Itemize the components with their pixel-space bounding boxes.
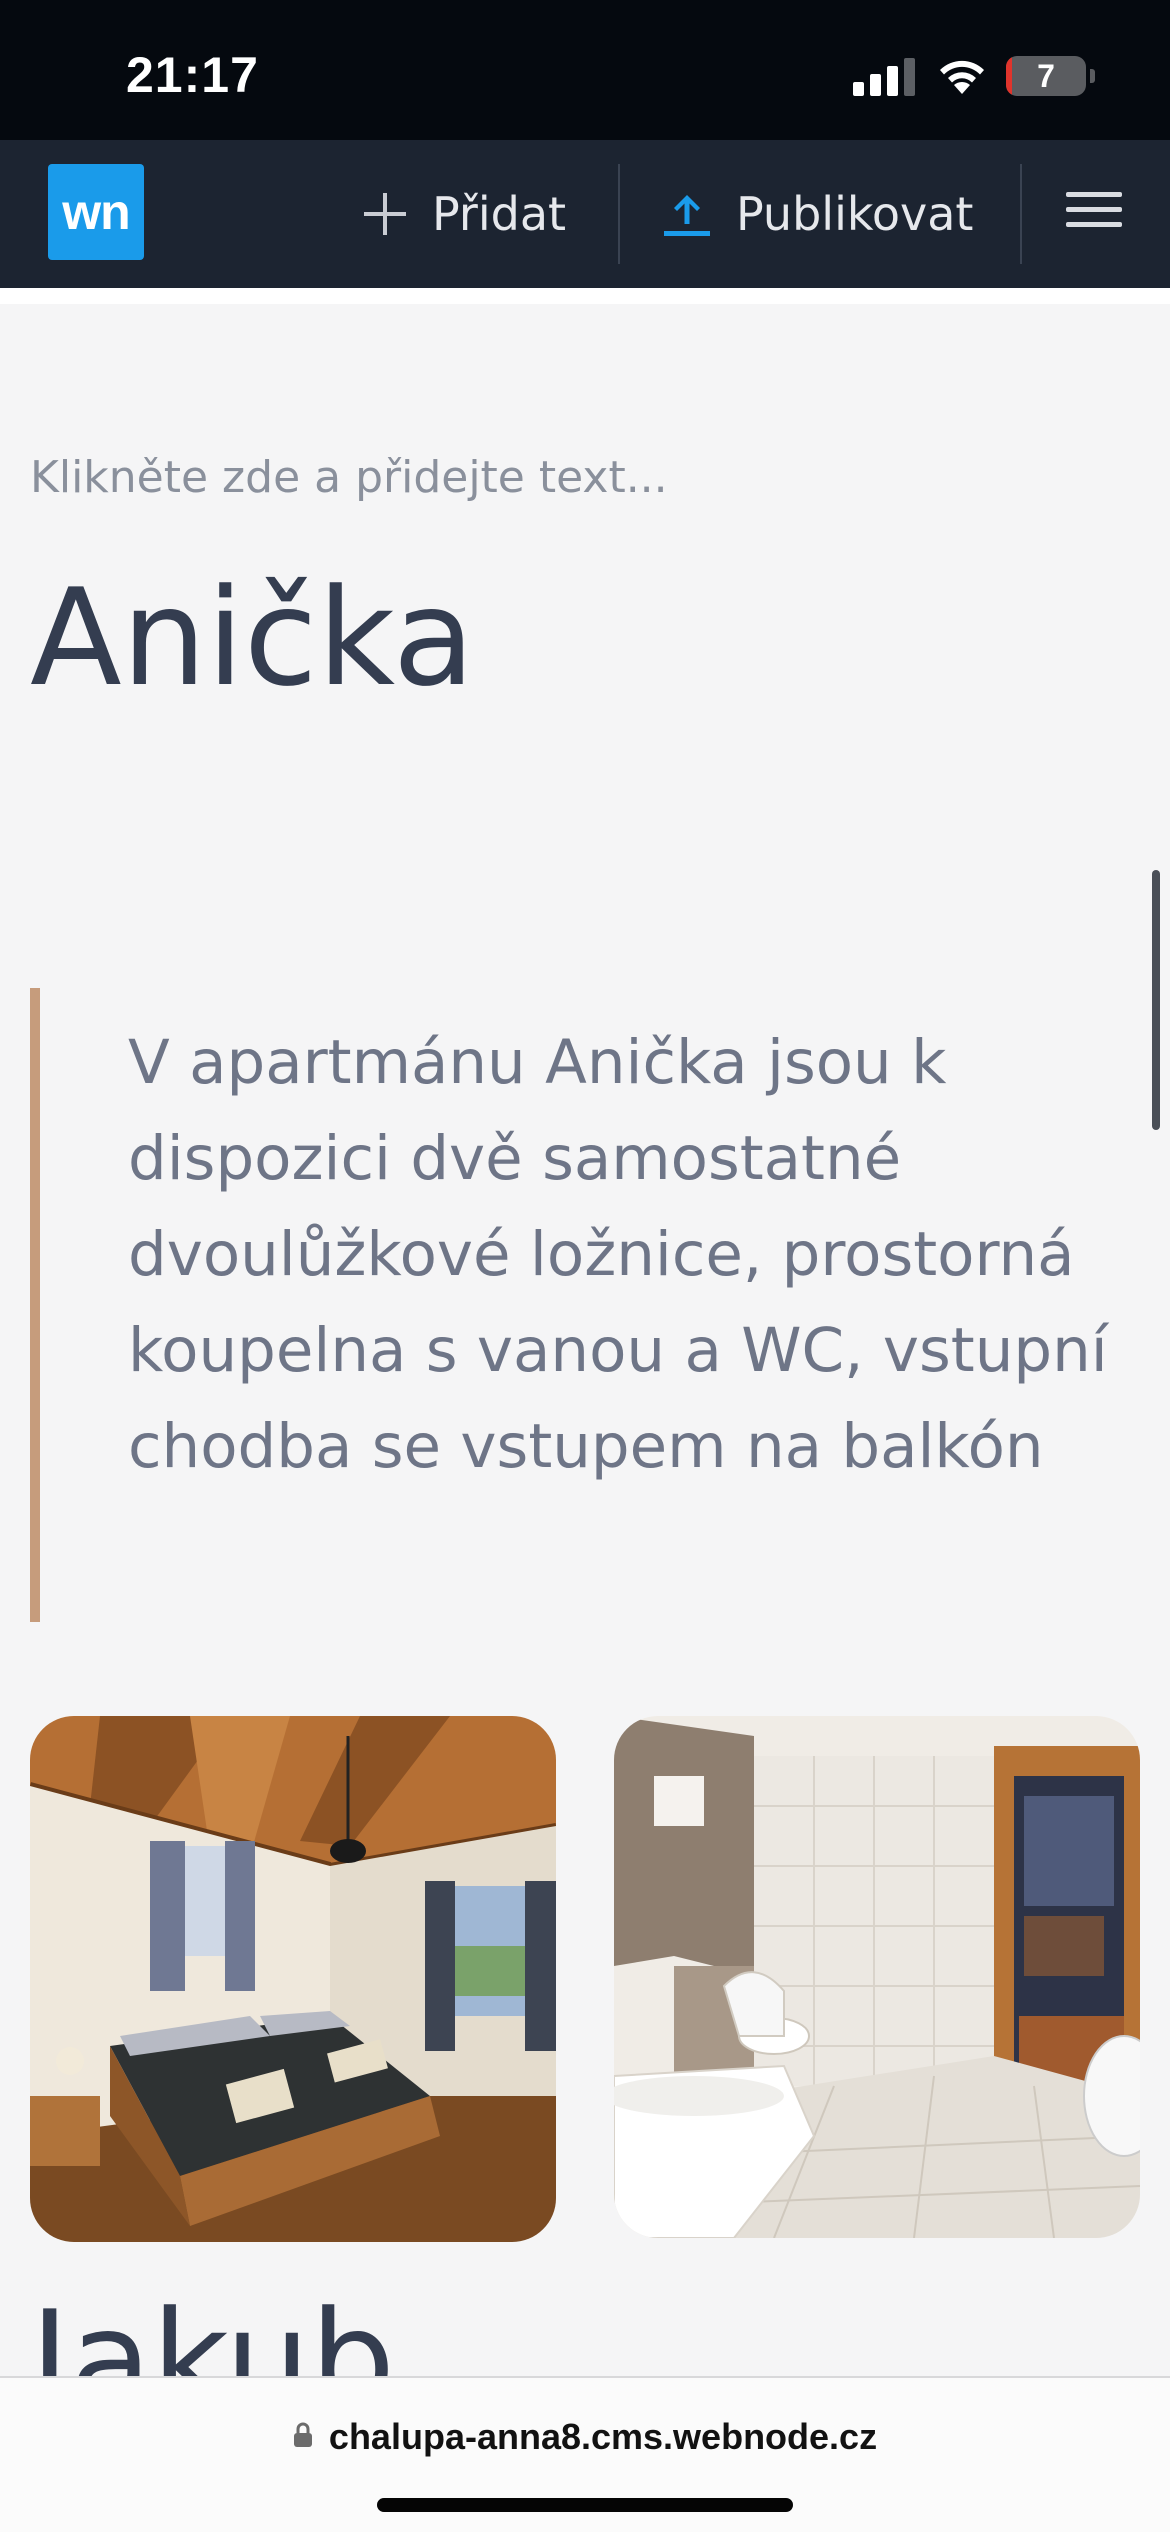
add-label: Přidat — [432, 187, 567, 241]
add-button[interactable]: Přidat — [362, 140, 566, 288]
scrollbar[interactable] — [1152, 870, 1160, 1130]
status-time: 21:17 — [126, 47, 259, 103]
cellular-signal-icon — [853, 58, 915, 96]
section-title[interactable]: Anička — [30, 560, 475, 716]
publish-button[interactable]: Publikovat — [662, 140, 973, 288]
webnode-logo[interactable]: wn — [48, 164, 144, 260]
status-bar: 21:17 7 — [0, 0, 1170, 140]
wifi-icon — [940, 60, 984, 94]
upload-icon — [664, 195, 710, 236]
apartment-description[interactable]: V apartmánu Anička jsou k dispozici dvě … — [128, 1015, 1138, 1495]
battery-icon: 7 — [1006, 56, 1086, 96]
editor-toolbar: wn Přidat Publikovat — [0, 140, 1170, 288]
address-bar[interactable]: chalupa-anna8.cms.webnode.cz — [0, 2416, 1170, 2458]
url-text: chalupa-anna8.cms.webnode.cz — [328, 2416, 878, 2457]
publish-label: Publikovat — [736, 187, 974, 241]
battery-tip — [1090, 69, 1095, 83]
toolbar-divider — [618, 164, 620, 264]
lock-icon — [293, 2422, 312, 2447]
toolbar-divider — [1020, 164, 1022, 264]
menu-icon[interactable] — [1066, 192, 1122, 236]
home-indicator[interactable] — [377, 2498, 793, 2512]
add-text-placeholder[interactable]: Klikněte zde a přidejte text... — [30, 452, 668, 503]
page: 21:17 7 wn Přidat Publikovat Klikněte zd… — [0, 0, 1170, 2532]
toolbar-shadow — [0, 288, 1170, 304]
bedroom-photo[interactable] — [30, 1716, 556, 2242]
bathroom-photo[interactable] — [614, 1716, 1140, 2238]
battery-level: 7 — [1037, 58, 1055, 94]
browser-bottom-bar: chalupa-anna8.cms.webnode.cz — [0, 2376, 1170, 2532]
plus-icon — [364, 193, 406, 235]
quote-accent-bar — [30, 988, 40, 1622]
